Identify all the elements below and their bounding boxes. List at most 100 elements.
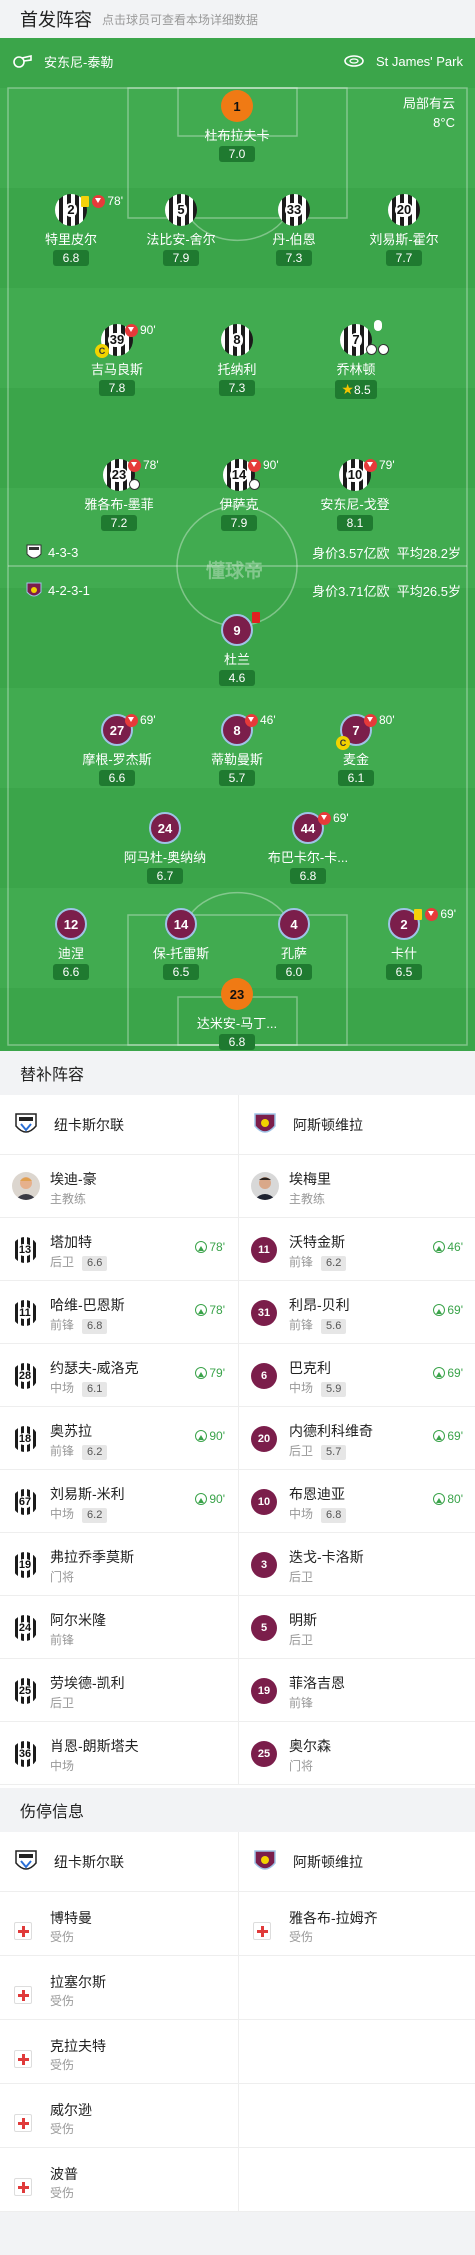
sub-in-time: 90' (195, 1492, 225, 1506)
home-sub-player[interactable]: 18 奥苏拉 前锋 6.2 90' (0, 1407, 237, 1470)
player-rating: 8.1 (337, 515, 373, 531)
away-sub-player[interactable]: 31 利昂-贝利 前锋 5.6 69' (238, 1281, 475, 1344)
away-sub-player[interactable]: 11 沃特金斯 前锋 6.2 46' (238, 1218, 475, 1281)
injury-team-header: 纽卡斯尔联 阿斯顿维拉 (0, 1832, 475, 1892)
player-name: 达米安-马丁... (196, 1016, 278, 1031)
sub-out-icon (125, 323, 138, 337)
formation: 4-2-3-1 (48, 582, 90, 598)
player-name: 博特曼 (50, 1910, 92, 1926)
coach-row: 埃迪-豪 主教练 埃梅里 主教练 (0, 1155, 475, 1218)
home-sub-player[interactable]: 28 约瑟夫-威洛克 中场 6.1 79' (0, 1344, 237, 1407)
sub-out-icon (425, 907, 439, 921)
away-coach[interactable]: 埃梅里 主教练 (238, 1155, 475, 1218)
jersey-icon: 11 (12, 1300, 38, 1326)
away-sub-player[interactable]: 6 巴克利 中场 5.9 69' (238, 1344, 475, 1407)
away-def-1[interactable]: 12 迪涅 6.6 (16, 908, 126, 981)
player-rating: 5.7 (219, 770, 255, 786)
jersey-icon: 25 (251, 1741, 277, 1767)
sub-info: 80' (364, 713, 395, 727)
player-name: 卡什 (390, 946, 417, 961)
pitch: 懂球帝 安东尼-泰勒 St James' Park 局部有云 8°C 1 杜布拉夫卡… (0, 38, 475, 1051)
player-name: 法比安-舍尔 (146, 232, 216, 247)
sub-info: 78' (81, 194, 123, 208)
sub-info: 46' (245, 713, 276, 727)
home-sub-player[interactable]: 11 哈维-巴恩斯 前锋 6.8 78' (0, 1281, 237, 1344)
away-st[interactable]: 9 杜兰 4.6 (182, 612, 292, 687)
sub-out-icon (245, 713, 258, 727)
home-def-2[interactable]: 5 法比安-舍尔 7.9 (126, 194, 236, 267)
away-gk[interactable]: 23 达米安-马丁... 6.8 (182, 978, 292, 1051)
player-name: 布巴卡尔-卡... (267, 850, 349, 865)
jersey-icon: 1 (221, 90, 253, 122)
home-sub-player[interactable]: 13 塔加特 后卫 6.6 78' (0, 1218, 237, 1281)
player-rating: 6.6 (53, 964, 89, 980)
stadium-icon (344, 54, 364, 68)
injury-icon (14, 2178, 32, 2196)
captain-icon: C (336, 736, 350, 750)
away-sub-player[interactable]: 5 明斯 后卫 (238, 1596, 475, 1659)
player-rating: 4.6 (219, 670, 255, 686)
player-name: 布恩迪亚 (289, 1486, 345, 1502)
jersey-icon: 7 (340, 320, 389, 356)
home-gk[interactable]: 1 杜布拉夫卡 7.0 (182, 90, 292, 163)
player-rating: 5.7 (321, 1445, 347, 1460)
home-mid-2[interactable]: 8 托纳利 7.3 (182, 324, 292, 397)
away-def-3[interactable]: 4 孔萨 6.0 (239, 908, 349, 981)
home-sub-player[interactable]: 67 刘易斯-米利 中场 6.2 90' (0, 1470, 237, 1533)
home-coach[interactable]: 埃迪-豪 主教练 (0, 1155, 237, 1218)
player-name: 乔林顿 (336, 362, 376, 377)
player-name: 伊萨克 (219, 497, 259, 512)
sub-row: 67 刘易斯-米利 中场 6.2 90' 10 布恩迪亚 中场 6.8 80' (0, 1470, 475, 1533)
away-def-2[interactable]: 14 保-托雷斯 6.5 (126, 908, 236, 981)
home-def-3[interactable]: 33 丹-伯恩 7.3 (239, 194, 349, 267)
sub-in-icon (433, 1241, 446, 1253)
injury-status: 受伤 (50, 1994, 75, 2008)
home-sub-player[interactable]: 25 劳埃德-凯利 后卫 (0, 1659, 237, 1722)
sub-in-time: 69' (433, 1429, 463, 1443)
player-name: 杜布拉夫卡 (204, 128, 270, 143)
captain-icon: C (95, 344, 109, 358)
away-sub-player[interactable]: 20 内德利科维奇 后卫 5.7 69' (238, 1407, 475, 1470)
goal-ball-icon (378, 344, 389, 355)
away-sub-player[interactable]: 25 奥尔森 门将 (238, 1722, 475, 1785)
home-sub-player[interactable]: 36 肖恩-朗斯塔夫 中场 (0, 1722, 237, 1785)
sub-info: 69' (318, 811, 349, 825)
injuries-table: 纽卡斯尔联 阿斯顿维拉 博特曼 受伤 雅各布-拉姆齐 受伤 拉塞尔斯 受伤 克拉夫特 受伤 威尔… (0, 1832, 475, 2212)
home-sub-player[interactable]: 24 阿尔米隆 前锋 (0, 1596, 237, 1659)
home-mid-3[interactable]: 7 乔林顿 ★8.5 (301, 320, 411, 399)
player-name: 刘易斯-米利 (50, 1486, 125, 1502)
player-position: 后卫 (289, 1570, 314, 1584)
player-name: 迪涅 (57, 946, 84, 961)
away-injury-cell[interactable]: 雅各布-拉姆齐 受伤 (238, 1892, 475, 1956)
player-rating: 6.8 (82, 1319, 108, 1334)
sub-out-icon (364, 713, 377, 727)
injury-row: 威尔逊 受伤 (0, 2084, 475, 2148)
jersey-icon: 19 (12, 1552, 38, 1578)
injury-row: 拉塞尔斯 受伤 (0, 1956, 475, 2020)
away-sub-player[interactable]: 10 布恩迪亚 中场 6.8 80' (238, 1470, 475, 1533)
jersey-icon: 36 (12, 1741, 38, 1767)
sub-row: 11 哈维-巴恩斯 前锋 6.8 78' 31 利昂-贝利 前锋 5.6 69' (0, 1281, 475, 1344)
page: 首发阵容 点击球员可查看本场详细数据 懂球帝 安东尼-泰勒 St James' … (0, 0, 475, 2255)
player-rating: 6.1 (338, 770, 374, 786)
player-rating: 6.8 (290, 868, 326, 884)
away-sub-player[interactable]: 3 迭戈-卡洛斯 后卫 (238, 1533, 475, 1596)
home-def-4[interactable]: 20 刘易斯-霍尔 7.7 (349, 194, 459, 267)
home-sub-player[interactable]: 19 弗拉乔季莫斯 门将 (0, 1533, 237, 1596)
player-position: 前锋 6.2 (289, 1253, 347, 1271)
player-name: 杜兰 (223, 652, 250, 667)
player-rating: 6.8 (219, 1034, 255, 1050)
away-sub-player[interactable]: 19 菲洛吉恩 前锋 (238, 1659, 475, 1722)
jersey-icon: 5 (165, 194, 197, 226)
sub-in-time: 46' (433, 1240, 463, 1254)
player-name: 约瑟夫-威洛克 (50, 1360, 139, 1376)
jersey-icon: 14 (165, 908, 197, 940)
player-rating: 7.2 (101, 515, 137, 531)
away-dm-1[interactable]: 24 阿马杜-奥纳纳 6.7 (110, 812, 220, 885)
player-position: 后卫 (50, 1696, 75, 1710)
player-position: 前锋 (289, 1696, 314, 1710)
sub-info: 90' (125, 323, 156, 337)
player-rating: 6.2 (321, 1256, 347, 1271)
sub-in-icon (195, 1430, 208, 1442)
player-name: 雅各布-拉姆齐 (289, 1910, 378, 1926)
